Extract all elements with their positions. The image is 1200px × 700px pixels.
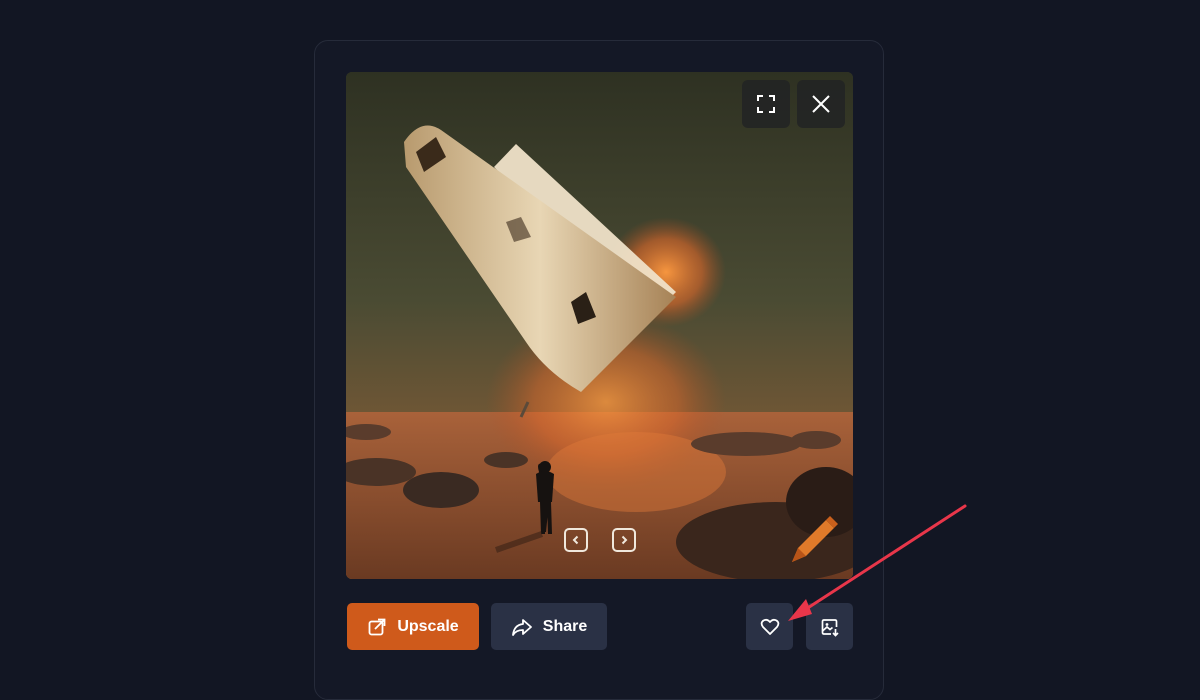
generated-image[interactable] [346,72,853,579]
fullscreen-button[interactable] [742,80,790,128]
heart-icon [760,618,779,635]
upscale-label: Upscale [397,617,459,635]
fullscreen-icon [757,95,775,113]
chevron-left-icon [572,535,579,545]
close-icon [812,95,830,113]
previous-image-button[interactable] [564,528,588,552]
favorite-button[interactable] [746,603,793,650]
external-arrow-icon [368,618,386,635]
image-download-icon [821,618,839,637]
share-arrow-icon [511,618,532,636]
share-label: Share [542,617,588,635]
close-button[interactable] [797,80,845,128]
upscale-button[interactable]: Upscale [347,603,479,650]
next-image-button[interactable] [612,528,636,552]
share-button[interactable]: Share [491,603,607,650]
pencil-icon[interactable] [784,512,842,570]
chevron-right-icon [621,535,628,545]
generated-image-scene [346,72,853,579]
save-image-button[interactable] [806,603,853,650]
